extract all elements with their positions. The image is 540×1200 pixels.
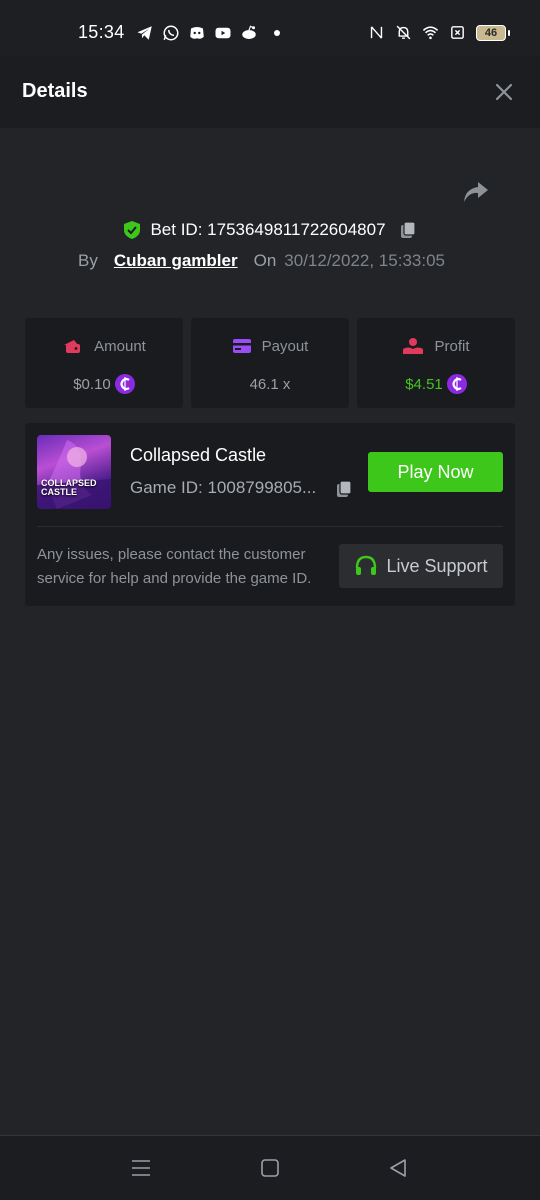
amount-value: $0.10 (73, 375, 111, 393)
status-app-icons (136, 24, 280, 42)
game-art-image (37, 440, 111, 509)
bet-id: Bet ID: 1753649811722604807 (150, 220, 386, 239)
close-button[interactable] (492, 80, 516, 104)
thumb-title-line-2: CASTLE (41, 487, 77, 497)
by-label: By (78, 251, 98, 270)
coin-icon (446, 374, 467, 394)
nfc-icon (370, 26, 383, 39)
amount-label: Amount (94, 337, 146, 355)
payout-value: 46.1 x (249, 375, 291, 393)
headset-icon (356, 555, 377, 575)
status-time: 15:34 (78, 22, 125, 42)
on-label: On (253, 251, 277, 270)
page-title: Details (22, 80, 88, 102)
profit-stat: Profit $4.51 (357, 318, 515, 408)
recent-apps-button[interactable] (129, 1156, 153, 1180)
game-id: Game ID: 1008799805... (130, 478, 317, 497)
verified-shield-icon (124, 221, 141, 239)
card-icon (232, 339, 251, 353)
mute-icon (396, 25, 411, 40)
wallet-hand-icon (64, 340, 81, 353)
profit-hand-icon (403, 338, 424, 354)
youtube-icon (215, 27, 231, 39)
status-system-icons: 46 (368, 24, 510, 41)
back-triangle-icon (390, 1159, 406, 1177)
coin-icon (114, 374, 135, 394)
status-bar: 15:34 46 (0, 0, 540, 56)
system-nav-bar (0, 1135, 540, 1200)
payout-label: Payout (261, 337, 309, 355)
game-thumbnail[interactable]: COLLAPSED CASTLE (37, 435, 111, 509)
user-link[interactable]: Cuban gambler (114, 251, 238, 271)
battery-indicator: 46 (476, 24, 510, 41)
whatsapp-icon (163, 25, 179, 41)
game-thumbnail-title: COLLAPSED CASTLE (41, 479, 97, 497)
menu-lines-icon (132, 1160, 150, 1176)
bet-stats: Amount $0.10 Payout 46.1 x Profit $4.51 (25, 318, 515, 408)
details-header: Details (0, 56, 540, 128)
reddit-icon (242, 25, 256, 39)
play-now-button[interactable]: Play Now (368, 452, 503, 492)
telegram-icon (137, 26, 152, 40)
wifi-icon (422, 26, 439, 40)
copy-game-id-icon[interactable] (334, 479, 354, 499)
amount-stat: Amount $0.10 (25, 318, 183, 408)
profit-value: $4.51 (405, 375, 443, 393)
home-button[interactable] (258, 1156, 282, 1180)
no-sim-icon (451, 26, 464, 39)
bet-meta-row: By Cuban gambler On 30/12/2022, 15:33:05 (78, 249, 445, 273)
game-name: Collapsed Castle (130, 445, 267, 465)
share-button[interactable] (462, 180, 490, 204)
live-support-button[interactable]: Live Support (339, 544, 503, 588)
bet-date: 30/12/2022, 15:33:05 (284, 251, 445, 270)
more-notifications-dot (274, 30, 280, 36)
payout-stat: Payout 46.1 x (191, 318, 349, 408)
bet-id-row: Bet ID: 1753649811722604807 (0, 216, 540, 244)
share-icon (464, 182, 488, 202)
game-card: COLLAPSED CASTLE Collapsed Castle Game I… (25, 423, 515, 606)
copy-bet-id-icon[interactable] (398, 220, 418, 240)
profit-label: Profit (434, 337, 470, 355)
live-support-label: Live Support (386, 555, 488, 576)
close-icon (495, 83, 513, 101)
discord-icon (190, 27, 204, 39)
support-info-text: Any issues, please contact the customer … (37, 546, 312, 587)
home-square-icon (261, 1159, 279, 1177)
back-button[interactable] (386, 1156, 410, 1180)
divider (37, 526, 503, 527)
